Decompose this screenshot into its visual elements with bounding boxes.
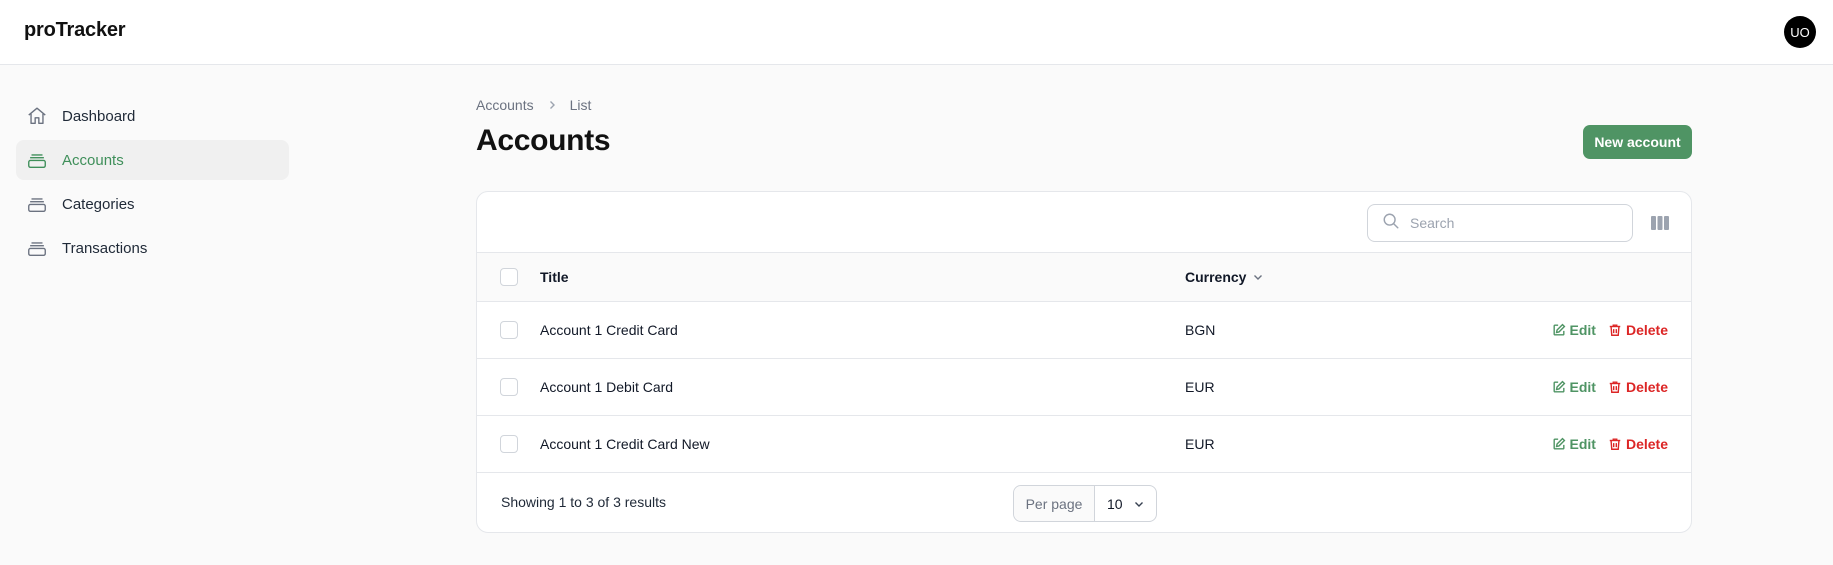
stack-icon <box>26 193 48 215</box>
edit-icon <box>1553 323 1565 336</box>
per-page-value[interactable]: 10 <box>1095 486 1156 521</box>
row-actions: Edit Delete <box>1552 379 1668 395</box>
edit-button[interactable]: Edit <box>1552 436 1596 452</box>
row-currency: BGN <box>1185 322 1216 338</box>
stack-icon <box>26 149 48 171</box>
sidebar-item-label: Categories <box>62 195 135 213</box>
chevron-right-icon <box>546 99 558 111</box>
results-summary: Showing 1 to 3 of 3 results <box>501 494 666 510</box>
column-header-title[interactable]: Title <box>540 269 569 285</box>
edit-button[interactable]: Edit <box>1552 379 1596 395</box>
page-title: Accounts <box>476 124 611 157</box>
row-checkbox[interactable] <box>500 321 518 339</box>
breadcrumb: Accounts List <box>476 97 591 113</box>
columns-toggle-icon[interactable] <box>1649 212 1671 234</box>
breadcrumb-item-list: List <box>569 97 592 113</box>
trash-icon <box>1609 324 1621 336</box>
per-page-value-text: 10 <box>1107 495 1123 512</box>
row-currency: EUR <box>1185 436 1215 452</box>
row-title: Account 1 Credit Card New <box>540 436 710 452</box>
row-actions: Edit Delete <box>1552 322 1668 338</box>
sidebar-item-transactions[interactable]: Transactions <box>16 228 289 268</box>
edit-icon <box>1553 380 1565 393</box>
accounts-table-card: Title Currency Account 1 Credit Card BGN… <box>476 191 1692 533</box>
row-title: Account 1 Credit Card <box>540 322 678 338</box>
table-row: Account 1 Credit Card BGN Edit Delete <box>477 302 1691 359</box>
stack-icon <box>26 237 48 259</box>
per-page-select[interactable]: Per page 10 <box>1013 485 1157 522</box>
table-row: Account 1 Credit Card New EUR Edit Delet… <box>477 416 1691 473</box>
delete-button[interactable]: Delete <box>1608 322 1668 338</box>
row-checkbox[interactable] <box>500 435 518 453</box>
breadcrumb-item-accounts[interactable]: Accounts <box>476 97 534 113</box>
edit-icon <box>1553 437 1565 450</box>
top-bar: proTracker UO <box>0 0 1833 65</box>
table-header: Title Currency <box>477 253 1691 302</box>
brand-logo[interactable]: proTracker <box>24 19 126 42</box>
edit-button[interactable]: Edit <box>1552 322 1596 338</box>
trash-icon <box>1609 438 1621 450</box>
column-header-currency[interactable]: Currency <box>1185 269 1264 285</box>
sidebar-item-label: Accounts <box>62 151 124 169</box>
sidebar-item-label: Transactions <box>62 239 148 257</box>
sidebar-item-accounts[interactable]: Accounts <box>16 140 289 180</box>
sidebar: Dashboard Accounts Categories Transactio… <box>16 96 289 272</box>
edit-label: Edit <box>1569 322 1596 338</box>
table-footer: Showing 1 to 3 of 3 results Per page 10 <box>477 473 1691 532</box>
delete-button[interactable]: Delete <box>1608 379 1668 395</box>
sidebar-item-categories[interactable]: Categories <box>16 184 289 224</box>
row-title: Account 1 Debit Card <box>540 379 674 395</box>
home-icon <box>26 105 48 127</box>
search-icon <box>1382 212 1400 235</box>
chevron-down-icon <box>1133 498 1145 510</box>
row-checkbox[interactable] <box>500 378 518 396</box>
search-box[interactable] <box>1367 204 1633 242</box>
search-input[interactable] <box>1410 215 1610 231</box>
column-header-currency-label: Currency <box>1185 269 1247 285</box>
delete-label: Delete <box>1625 436 1668 452</box>
table-toolbar <box>477 192 1691 253</box>
row-currency: EUR <box>1185 379 1215 395</box>
chevron-down-icon <box>1252 271 1264 283</box>
delete-label: Delete <box>1625 379 1668 395</box>
delete-button[interactable]: Delete <box>1608 436 1668 452</box>
new-account-button[interactable]: New account <box>1583 125 1692 159</box>
table-row: Account 1 Debit Card EUR Edit Delete <box>477 359 1691 416</box>
sidebar-item-label: Dashboard <box>62 107 136 125</box>
edit-label: Edit <box>1569 379 1596 395</box>
user-avatar[interactable]: UO <box>1784 16 1816 48</box>
per-page-label: Per page <box>1014 486 1095 521</box>
edit-label: Edit <box>1569 436 1596 452</box>
select-all-checkbox[interactable] <box>500 268 518 286</box>
delete-label: Delete <box>1625 322 1668 338</box>
sidebar-item-dashboard[interactable]: Dashboard <box>16 96 289 136</box>
trash-icon <box>1609 381 1621 393</box>
row-actions: Edit Delete <box>1552 436 1668 452</box>
